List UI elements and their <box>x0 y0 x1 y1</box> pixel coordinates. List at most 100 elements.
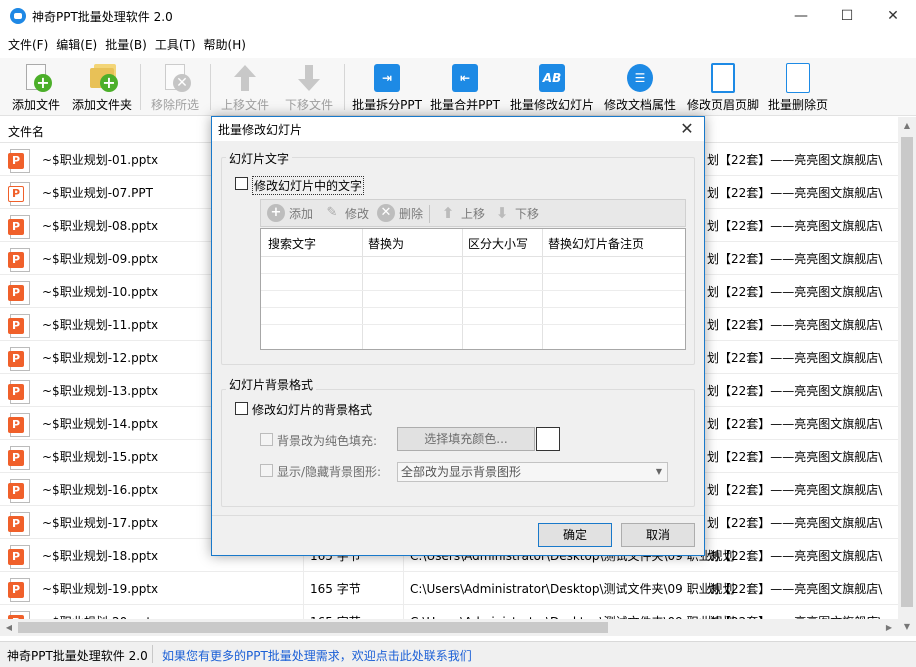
grid-delete-button[interactable]: ✕ 删除 <box>377 204 423 222</box>
grid-header-notes[interactable]: 替换幻灯片备注页 <box>548 235 644 252</box>
replace-grid-toolbar: + 添加 ✎ 修改 ✕ 删除 ⬆ 上移 ⬇ 下移 <box>260 199 686 227</box>
ok-button[interactable]: 确定 <box>538 523 612 547</box>
maximize-button[interactable]: ☐ <box>824 0 870 32</box>
file-name: ~$职业规划-10.pptx <box>42 285 159 299</box>
merge-ppt-button[interactable]: ⇤ 批量合并PPT <box>428 58 502 114</box>
grid-edit-button[interactable]: ✎ 修改 <box>323 204 369 222</box>
modify-background-label[interactable]: 修改幻灯片的背景格式 <box>252 401 372 418</box>
modify-header-footer-button[interactable]: 修改页眉页脚 <box>684 58 762 114</box>
grid-row-line <box>261 273 685 274</box>
contact-link[interactable]: 如果您有更多的PPT批量处理需求，欢迎点击此处联系我们 <box>162 647 472 664</box>
scroll-down-arrow-icon[interactable]: ▼ <box>898 618 916 636</box>
arrow-down-icon: ⬇ <box>495 204 509 222</box>
grid-row-line <box>261 290 685 291</box>
close-window-button[interactable]: ✕ <box>870 0 916 32</box>
grid-header-search[interactable]: 搜索文字 <box>268 235 316 252</box>
file-path-tail: 划【22套】——亮亮图文旗舰店\ <box>707 384 883 398</box>
menu-edit[interactable]: 编辑(E) <box>52 33 101 57</box>
add-folder-icon: + <box>86 62 118 94</box>
remove-selected-button[interactable]: ✕ 移除所选 <box>146 58 204 114</box>
add-folder-button[interactable]: + 添加文件夹 <box>70 58 134 114</box>
modify-props-button[interactable]: ☰ 修改文档属性 <box>602 58 678 114</box>
grid-header-replace[interactable]: 替换为 <box>368 235 404 252</box>
dialog-title-bar: 批量修改幻灯片 ✕ <box>212 117 704 141</box>
file-path-tail: 划【22套】——亮亮图文旗舰店\ <box>707 483 883 497</box>
menu-batch[interactable]: 批量(B) <box>101 33 151 57</box>
file-path-tail: 划【22套】——亮亮图文旗舰店\ <box>707 417 883 431</box>
move-up-button[interactable]: 上移文件 <box>216 58 274 114</box>
dialog-footer-divider <box>212 515 704 516</box>
file-path-tail: 划【22套】——亮亮图文旗舰店\ <box>707 450 883 464</box>
choose-fill-color-button[interactable]: 选择填充颜色... <box>397 427 535 451</box>
powerpoint-file-icon: P <box>8 248 30 272</box>
list-icon: ☰ <box>624 62 656 94</box>
scroll-left-arrow-icon[interactable]: ◀ <box>0 619 18 636</box>
scroll-right-arrow-icon[interactable]: ▶ <box>880 619 898 636</box>
toggle-bg-shapes-checkbox[interactable] <box>260 464 273 477</box>
powerpoint-file-icon: P <box>8 446 30 470</box>
vertical-scroll-thumb[interactable] <box>901 137 913 607</box>
file-path-tail: 划【22套】——亮亮图文旗舰店\ <box>707 252 883 266</box>
grid-delete-label: 删除 <box>399 206 424 221</box>
toolbar-divider <box>210 64 211 110</box>
grid-move-down-button[interactable]: ⬇ 下移 <box>493 204 539 222</box>
cancel-button[interactable]: 取消 <box>621 523 695 547</box>
dialog-close-button[interactable]: ✕ <box>676 118 698 140</box>
ab-text-icon: AB <box>536 62 568 94</box>
powerpoint-file-icon: P <box>8 578 30 602</box>
file-name: ~$职业规划-19.pptx <box>42 582 159 596</box>
slide-text-group-title: 幻灯片文字 <box>226 150 293 167</box>
window-title: 神奇PPT批量处理软件 2.0 <box>32 9 173 24</box>
menu-help[interactable]: 帮助(H) <box>200 33 250 57</box>
vertical-scrollbar[interactable]: ▲ ▼ <box>898 117 916 636</box>
column-header-name[interactable]: 文件名 <box>8 123 44 140</box>
merge-icon: ⇤ <box>449 62 481 94</box>
status-divider <box>152 645 153 663</box>
file-path-tail: 划【22套】——亮亮图文旗舰店\ <box>707 318 883 332</box>
merge-ppt-label: 批量合并PPT <box>430 98 500 112</box>
minimize-button[interactable]: — <box>778 0 824 32</box>
modify-text-label[interactable]: 修改幻灯片中的文字 <box>252 176 365 195</box>
pencil-icon: ✎ <box>326 205 338 220</box>
horizontal-scrollbar[interactable]: ◀ ▶ <box>0 619 898 636</box>
menu-bar: 文件(F) 编辑(E) 批量(B) 工具(T) 帮助(H) <box>0 33 916 57</box>
delete-pages-label: 批量删除页 <box>767 98 828 112</box>
menu-file[interactable]: 文件(F) <box>4 33 52 57</box>
modify-background-checkbox[interactable] <box>235 402 248 415</box>
arrow-up-icon: ⬆ <box>441 204 455 222</box>
file-path-tail: 划【22套】——亮亮图文旗舰店\ <box>707 219 883 233</box>
powerpoint-file-icon: P <box>8 380 30 404</box>
add-folder-label: 添加文件夹 <box>71 98 132 112</box>
move-up-label: 上移文件 <box>220 98 269 112</box>
file-path-tail: 划【22套】——亮亮图文旗舰店\ <box>707 351 883 365</box>
modify-slides-button[interactable]: AB 批量修改幻灯片 <box>508 58 596 114</box>
grid-column-divider <box>542 229 543 349</box>
file-name: ~$职业规划-18.pptx <box>42 549 159 563</box>
arrow-down-icon <box>293 62 325 94</box>
delete-pages-button[interactable]: 批量删除页 <box>766 58 830 114</box>
title-bar: 神奇PPT批量处理软件 2.0 — ☐ ✕ <box>0 0 916 32</box>
replace-rules-grid[interactable]: 搜索文字 替换为 区分大小写 替换幻灯片备注页 <box>260 228 686 350</box>
menu-tools[interactable]: 工具(T) <box>151 33 200 57</box>
split-icon: ⇥ <box>371 62 403 94</box>
fill-color-swatch[interactable] <box>536 427 560 451</box>
status-bar: 神奇PPT批量处理软件 2.0 如果您有更多的PPT批量处理需求，欢迎点击此处联… <box>0 641 916 667</box>
powerpoint-file-icon: P <box>8 413 30 437</box>
split-ppt-button[interactable]: ⇥ 批量拆分PPT <box>350 58 424 114</box>
bg-shapes-select[interactable]: 全部改为显示背景图形 ▼ <box>397 462 668 482</box>
grid-move-up-button[interactable]: ⬆ 上移 <box>439 204 485 222</box>
grid-add-button[interactable]: + 添加 <box>267 204 313 222</box>
modify-text-checkbox[interactable] <box>235 177 248 190</box>
solid-fill-checkbox[interactable] <box>260 433 273 446</box>
file-name: ~$职业规划-01.pptx <box>42 153 159 167</box>
horizontal-scroll-thumb[interactable] <box>18 622 608 633</box>
scroll-up-arrow-icon[interactable]: ▲ <box>898 117 916 135</box>
file-path-tail: 划【22套】——亮亮图文旗舰店\ <box>707 186 883 200</box>
grid-header-case[interactable]: 区分大小写 <box>468 235 528 252</box>
table-row[interactable]: P ~$职业规划-19.pptx 165 字节 C:\Users\Administra… <box>0 572 898 605</box>
bg-shapes-select-value: 全部改为显示背景图形 <box>401 465 522 479</box>
grid-row-line <box>261 256 685 257</box>
modify-props-label: 修改文档属性 <box>603 98 676 112</box>
move-down-button[interactable]: 下移文件 <box>280 58 338 114</box>
add-file-button[interactable]: + 添加文件 <box>8 58 64 114</box>
